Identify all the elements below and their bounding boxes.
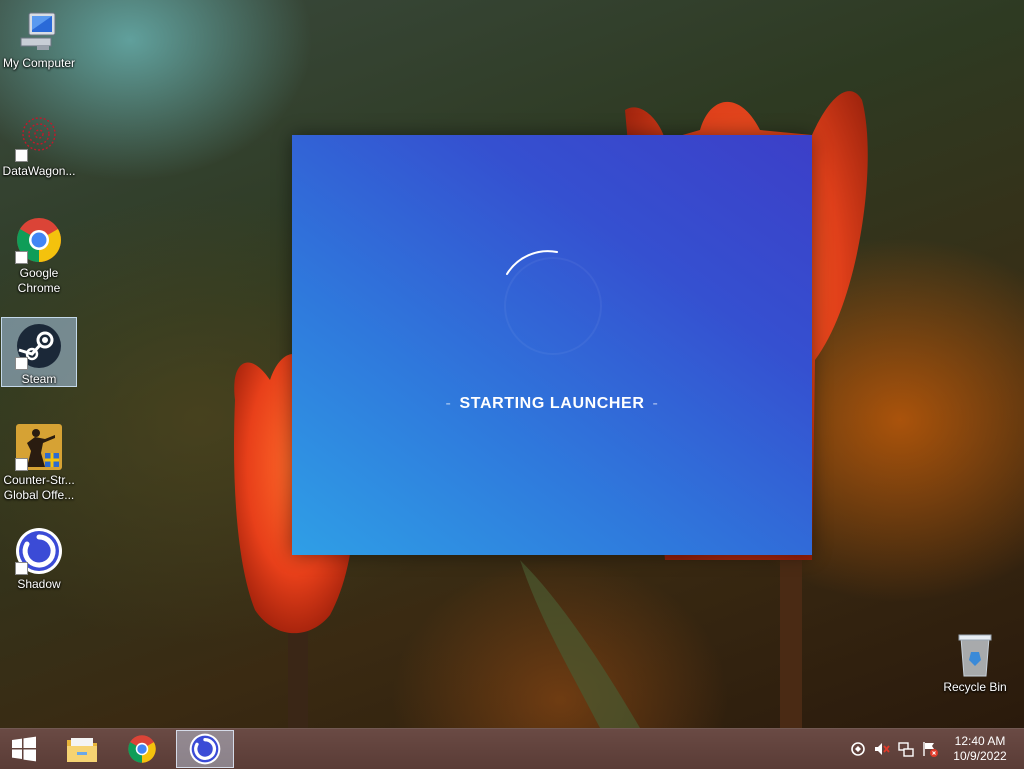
- desktop-icon-label: My Computer: [2, 56, 76, 70]
- desktop-icon-my-computer[interactable]: My Computer: [1, 6, 77, 76]
- desktop-icon-shadow[interactable]: Shadow: [1, 523, 77, 595]
- shadow-button[interactable]: [176, 730, 234, 768]
- system-clock[interactable]: 12:40 AM 10/9/2022: [947, 734, 1013, 764]
- desktop-icon-label: Steam: [21, 372, 57, 386]
- chrome-icon: [128, 735, 156, 763]
- desktop-icon-label: DataWagon...: [2, 164, 76, 178]
- desktop-icon-counter-strike[interactable]: Counter-Str... Global Offe...: [1, 419, 77, 507]
- desktop: My Computer DataWagon... Google Chrome S…: [0, 0, 1024, 728]
- desktop-icon-recycle-bin[interactable]: Recycle Bin: [937, 626, 1013, 698]
- computer-icon: [15, 10, 63, 54]
- shortcut-arrow-icon: [15, 458, 28, 471]
- folder-icon: [67, 738, 97, 762]
- steam-icon: [15, 322, 63, 370]
- chrome-icon: [15, 216, 63, 264]
- counter-strike-icon: [15, 423, 63, 471]
- sync-icon[interactable]: [850, 741, 866, 757]
- datawagon-icon: [15, 114, 63, 162]
- desktop-icon-datawagon[interactable]: DataWagon...: [1, 110, 77, 182]
- chrome-button[interactable]: [114, 730, 170, 768]
- shortcut-arrow-icon: [15, 251, 28, 264]
- clock-time: 12:40 AM: [954, 734, 1006, 748]
- launcher-status: - STARTING LAUNCHER -: [292, 395, 812, 413]
- network-icon[interactable]: [898, 741, 914, 757]
- desktop-icon-label: Recycle Bin: [943, 680, 1007, 694]
- loading-spinner-icon: [504, 250, 602, 355]
- shadow-icon: [15, 527, 63, 575]
- clock-date: 10/9/2022: [953, 749, 1007, 763]
- shortcut-arrow-icon: [15, 149, 28, 162]
- windows-icon: [12, 736, 36, 762]
- shadow-launcher-window[interactable]: - STARTING LAUNCHER -: [292, 135, 812, 555]
- launcher-status-text: STARTING LAUNCHER: [459, 395, 645, 412]
- desktop-icon-label: Counter-Str... Global Offe...: [3, 473, 75, 502]
- action-center-flag-icon[interactable]: [922, 741, 938, 757]
- desktop-icon-google-chrome[interactable]: Google Chrome: [1, 212, 77, 300]
- speaker-muted-icon[interactable]: [874, 741, 890, 757]
- shortcut-arrow-icon: [15, 562, 28, 575]
- shortcut-arrow-icon: [15, 357, 28, 370]
- status-dash-left: -: [445, 395, 452, 412]
- desktop-icon-steam[interactable]: Steam: [1, 317, 77, 387]
- desktop-icon-label: Google Chrome: [17, 266, 61, 295]
- recycle-bin-icon: [951, 630, 999, 678]
- taskbar: 12:40 AM 10/9/2022: [0, 728, 1024, 769]
- shadow-icon: [189, 733, 221, 765]
- file-explorer-button[interactable]: [54, 730, 110, 768]
- desktop-icon-label: Shadow: [17, 577, 61, 591]
- start-button[interactable]: [0, 730, 48, 768]
- status-dash-right: -: [652, 395, 659, 412]
